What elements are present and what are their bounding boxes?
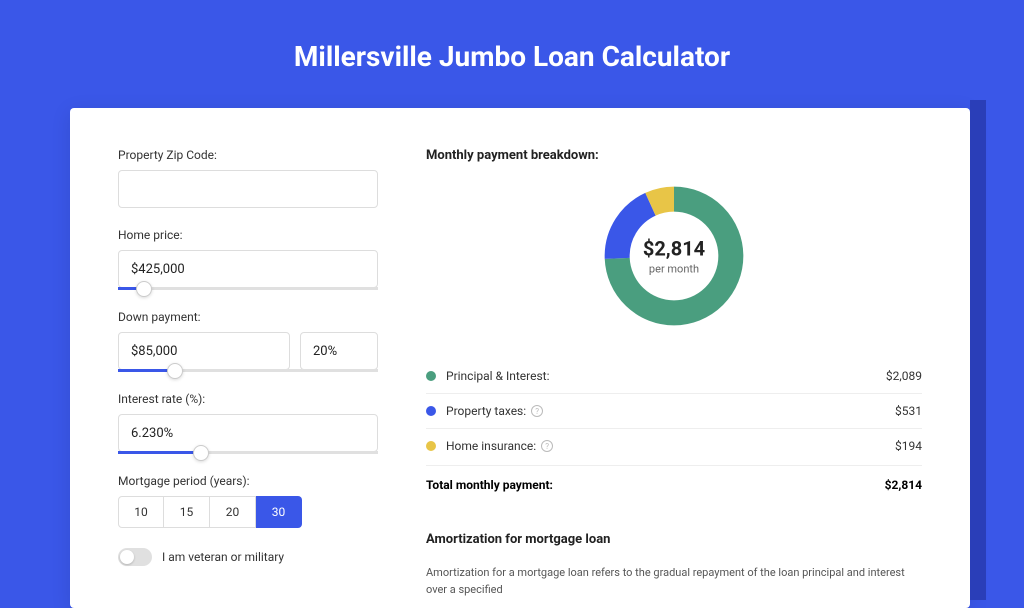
veteran-toggle[interactable] bbox=[118, 548, 152, 566]
info-icon[interactable]: ? bbox=[541, 440, 553, 452]
legend-label: Home insurance: ? bbox=[446, 439, 895, 453]
price-group: Home price: bbox=[118, 228, 378, 290]
zip-input[interactable] bbox=[118, 170, 378, 208]
down-pct-input[interactable] bbox=[300, 332, 378, 370]
legend-row: Property taxes: ?$531 bbox=[426, 393, 922, 428]
donut-chart: $2,814 per month bbox=[426, 181, 922, 331]
period-btn-10[interactable]: 10 bbox=[118, 496, 164, 528]
period-label: Mortgage period (years): bbox=[118, 474, 378, 488]
period-btn-30[interactable]: 30 bbox=[256, 496, 302, 528]
period-buttons: 10152030 bbox=[118, 496, 378, 528]
legend-dot bbox=[426, 371, 436, 381]
legend-row: Principal & Interest:$2,089 bbox=[426, 359, 922, 393]
legend-dot bbox=[426, 441, 436, 451]
amortization-title: Amortization for mortgage loan bbox=[426, 532, 922, 547]
donut-value: $2,814 bbox=[643, 237, 705, 261]
breakdown-panel: Monthly payment breakdown: $2,814 per mo… bbox=[426, 148, 922, 568]
zip-group: Property Zip Code: bbox=[118, 148, 378, 208]
amortization-text: Amortization for a mortgage loan refers … bbox=[426, 565, 922, 598]
down-slider[interactable] bbox=[118, 369, 378, 372]
period-btn-20[interactable]: 20 bbox=[210, 496, 256, 528]
rate-group: Interest rate (%): bbox=[118, 392, 378, 454]
breakdown-title: Monthly payment breakdown: bbox=[426, 148, 922, 163]
legend-label: Principal & Interest: bbox=[446, 369, 886, 383]
price-input[interactable] bbox=[118, 250, 378, 288]
down-input[interactable] bbox=[118, 332, 290, 370]
price-label: Home price: bbox=[118, 228, 378, 242]
form-panel: Property Zip Code: Home price: Down paym… bbox=[118, 148, 378, 568]
slider-thumb[interactable] bbox=[136, 281, 152, 297]
veteran-row: I am veteran or military bbox=[118, 548, 378, 566]
legend-amount: $531 bbox=[895, 404, 922, 418]
donut-sub: per month bbox=[643, 263, 705, 276]
veteran-label: I am veteran or military bbox=[162, 550, 284, 564]
price-slider[interactable] bbox=[118, 287, 378, 290]
legend-amount: $194 bbox=[895, 439, 922, 453]
rate-slider[interactable] bbox=[118, 451, 378, 454]
down-group: Down payment: bbox=[118, 310, 378, 372]
calculator-card: Property Zip Code: Home price: Down paym… bbox=[70, 108, 970, 608]
legend-dot bbox=[426, 406, 436, 416]
donut-center: $2,814 per month bbox=[643, 237, 705, 276]
slider-thumb[interactable] bbox=[167, 363, 183, 379]
legend-amount: $2,089 bbox=[886, 369, 922, 383]
slider-thumb[interactable] bbox=[193, 445, 209, 461]
zip-label: Property Zip Code: bbox=[118, 148, 378, 162]
rate-input[interactable] bbox=[118, 414, 378, 452]
legend: Principal & Interest:$2,089Property taxe… bbox=[426, 359, 922, 463]
rate-label: Interest rate (%): bbox=[118, 392, 378, 406]
info-icon[interactable]: ? bbox=[531, 405, 543, 417]
period-group: Mortgage period (years): 10152030 bbox=[118, 474, 378, 528]
amortization-section: Amortization for mortgage loan Amortizat… bbox=[426, 532, 922, 598]
period-btn-15[interactable]: 15 bbox=[164, 496, 210, 528]
total-label: Total monthly payment: bbox=[426, 478, 885, 492]
total-value: $2,814 bbox=[885, 478, 922, 492]
legend-row: Home insurance: ?$194 bbox=[426, 428, 922, 463]
total-row: Total monthly payment: $2,814 bbox=[426, 465, 922, 504]
legend-label: Property taxes: ? bbox=[446, 404, 895, 418]
down-label: Down payment: bbox=[118, 310, 378, 324]
page-title: Millersville Jumbo Loan Calculator bbox=[0, 0, 1024, 101]
